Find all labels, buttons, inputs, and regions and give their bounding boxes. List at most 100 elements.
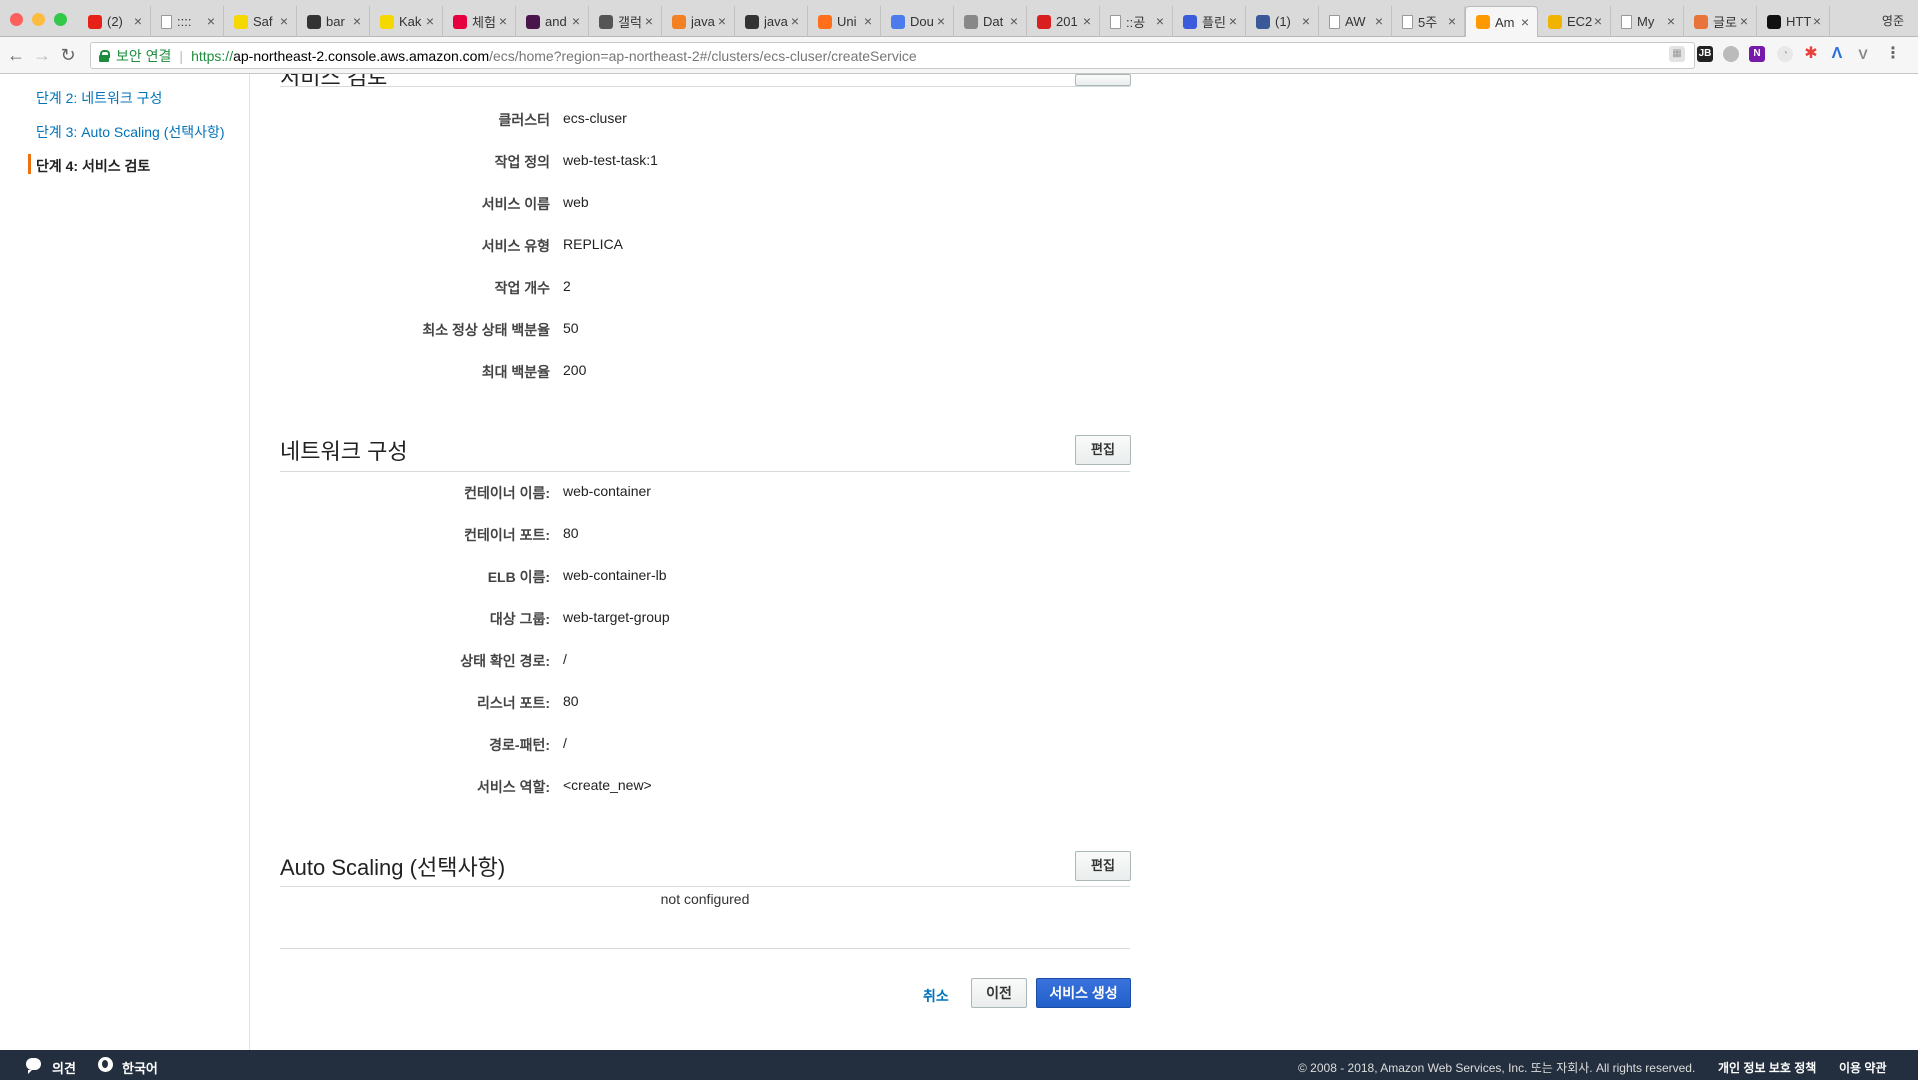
tab-close-icon[interactable]: × — [1229, 13, 1237, 29]
kotlin-icon — [891, 14, 905, 29]
tab-title: Dou — [910, 14, 934, 29]
tab-close-icon[interactable]: × — [499, 13, 507, 29]
tab-close-icon[interactable]: × — [1521, 14, 1529, 30]
browser-tab[interactable]: Saf × — [224, 6, 297, 37]
field-value: 50 — [563, 320, 579, 336]
reload-icon[interactable]: ↻ — [58, 45, 78, 66]
extension-hex-icon[interactable] — [1723, 46, 1739, 62]
extension-v-icon[interactable]: V — [1855, 46, 1871, 62]
tab-close-icon[interactable]: × — [1010, 13, 1018, 29]
terms-link[interactable]: 이용 약관 — [1839, 1059, 1887, 1076]
browser-tab[interactable]: HTT × — [1757, 6, 1830, 37]
extension-onenote-icon[interactable]: N — [1749, 46, 1765, 62]
k-logo-icon — [380, 14, 394, 29]
browser-profile[interactable]: 영준 — [1882, 12, 1904, 29]
browser-tab[interactable]: Kak × — [370, 6, 443, 37]
browser-tab[interactable]: java × — [662, 6, 735, 37]
browser-tab[interactable]: (2) × — [78, 6, 151, 37]
feedback-link[interactable]: 의견 — [52, 1058, 76, 1077]
tab-title: 201 — [1056, 14, 1078, 29]
globe-icon[interactable] — [98, 1057, 113, 1072]
tab-close-icon[interactable]: × — [1083, 13, 1091, 29]
field-value: 80 — [563, 693, 579, 709]
browser-tab[interactable]: 갤럭 × — [589, 6, 662, 37]
browser-tab[interactable]: AW × — [1319, 6, 1392, 37]
extension-grid-icon[interactable]: ▦ — [1669, 46, 1685, 62]
browser-tab[interactable]: Am × — [1465, 6, 1538, 37]
tab-close-icon[interactable]: × — [1375, 13, 1383, 29]
browser-tab[interactable]: :::: × — [151, 6, 224, 37]
browser-tab[interactable]: java × — [735, 6, 808, 37]
window-zoom-icon[interactable] — [54, 13, 67, 26]
cancel-link[interactable]: 취소 — [923, 986, 949, 1006]
tab-close-icon[interactable]: × — [1594, 13, 1602, 29]
tab-close-icon[interactable]: × — [1813, 13, 1821, 29]
field-label: 서비스 이름 — [481, 196, 550, 212]
page-icon — [1110, 14, 1121, 29]
browser-tab[interactable]: 5주 × — [1392, 6, 1465, 37]
slack-hash-icon — [526, 14, 540, 29]
service-review-edit-button[interactable] — [1075, 74, 1131, 86]
browser-tab[interactable]: Dat × — [954, 6, 1027, 37]
browser-tab[interactable]: 글로 × — [1684, 6, 1757, 37]
field-label: 경로-패턴: — [489, 737, 550, 753]
tab-title: 글로 — [1713, 15, 1737, 30]
language-selector[interactable]: 한국어 — [122, 1058, 158, 1077]
tab-close-icon[interactable]: × — [1156, 13, 1164, 29]
create-service-button[interactable]: 서비스 생성 — [1036, 978, 1131, 1008]
previous-button[interactable]: 이전 — [971, 978, 1027, 1008]
orange-circle-icon — [818, 14, 832, 29]
browser-tab[interactable]: My × — [1611, 6, 1684, 37]
extension-pocket-icon[interactable]: ◔ — [1777, 46, 1793, 62]
tab-close-icon[interactable]: × — [1302, 13, 1310, 29]
network-edit-button[interactable]: 편집 — [1075, 435, 1131, 465]
feedback-bubble-icon[interactable] — [26, 1058, 41, 1074]
auto-scaling-edit-button[interactable]: 편집 — [1075, 851, 1131, 881]
tab-close-icon[interactable]: × — [207, 13, 215, 29]
browser-tab[interactable]: ::공 × — [1100, 6, 1173, 37]
facebook-icon — [1256, 14, 1270, 29]
browser-tab[interactable]: EC2 × — [1538, 6, 1611, 37]
back-arrow-icon[interactable]: ← — [6, 45, 26, 66]
tab-close-icon[interactable]: × — [353, 13, 361, 29]
field-value: 80 — [563, 525, 579, 541]
window-minimize-icon[interactable] — [32, 13, 45, 26]
address-bar[interactable]: 보안 연결 | https://ap-northeast-2.console.a… — [90, 42, 1695, 69]
browser-tab[interactable]: 201 × — [1027, 6, 1100, 37]
privacy-policy-link[interactable]: 개인 정보 보호 정책 — [1718, 1059, 1816, 1076]
tab-close-icon[interactable]: × — [426, 13, 434, 29]
tab-close-icon[interactable]: × — [645, 13, 653, 29]
browser-tab[interactable]: and × — [516, 6, 589, 37]
browser-tab[interactable]: bar × — [297, 6, 370, 37]
forward-arrow-icon[interactable]: → — [32, 45, 52, 66]
tab-close-icon[interactable]: × — [1740, 13, 1748, 29]
step-auto-scaling[interactable]: 단계 3: Auto Scaling (선택사항) — [36, 122, 225, 142]
field-value: web — [563, 194, 589, 210]
browser-tab[interactable]: Dou × — [881, 6, 954, 37]
browser-tab[interactable]: Uni × — [808, 6, 881, 37]
extension-asterisk-icon[interactable]: ✱ — [1803, 46, 1819, 62]
browser-tab[interactable]: (1) × — [1246, 6, 1319, 37]
extension-jb-icon[interactable]: JB — [1697, 46, 1713, 62]
tab-close-icon[interactable]: × — [1448, 13, 1456, 29]
browser-tab[interactable]: 체험 × — [443, 6, 516, 37]
youtube-icon — [88, 14, 102, 29]
step-network-config[interactable]: 단계 2: 네트워크 구성 — [36, 88, 162, 108]
tab-close-icon[interactable]: × — [134, 13, 142, 29]
tab-close-icon[interactable]: × — [718, 13, 726, 29]
wizard-steps-sidebar: 단계 2: 네트워크 구성 단계 3: Auto Scaling (선택사항) … — [0, 74, 250, 1050]
window-close-icon[interactable] — [10, 13, 23, 26]
tab-close-icon[interactable]: × — [1667, 13, 1675, 29]
extension-lambda-icon[interactable]: Λ — [1829, 46, 1845, 62]
tab-close-icon[interactable]: × — [937, 13, 945, 29]
tab-title: Kak — [399, 14, 422, 29]
tab-close-icon[interactable]: × — [280, 13, 288, 29]
tab-close-icon[interactable]: × — [791, 13, 799, 29]
stackoverflow-icon — [672, 14, 686, 29]
tab-title: bar — [326, 14, 345, 29]
tab-title: Saf — [253, 14, 273, 29]
tab-close-icon[interactable]: × — [864, 13, 872, 29]
browser-tab[interactable]: 플린 × — [1173, 6, 1246, 37]
browser-menu-icon[interactable]: ⋮ — [1885, 46, 1901, 62]
tab-close-icon[interactable]: × — [572, 13, 580, 29]
